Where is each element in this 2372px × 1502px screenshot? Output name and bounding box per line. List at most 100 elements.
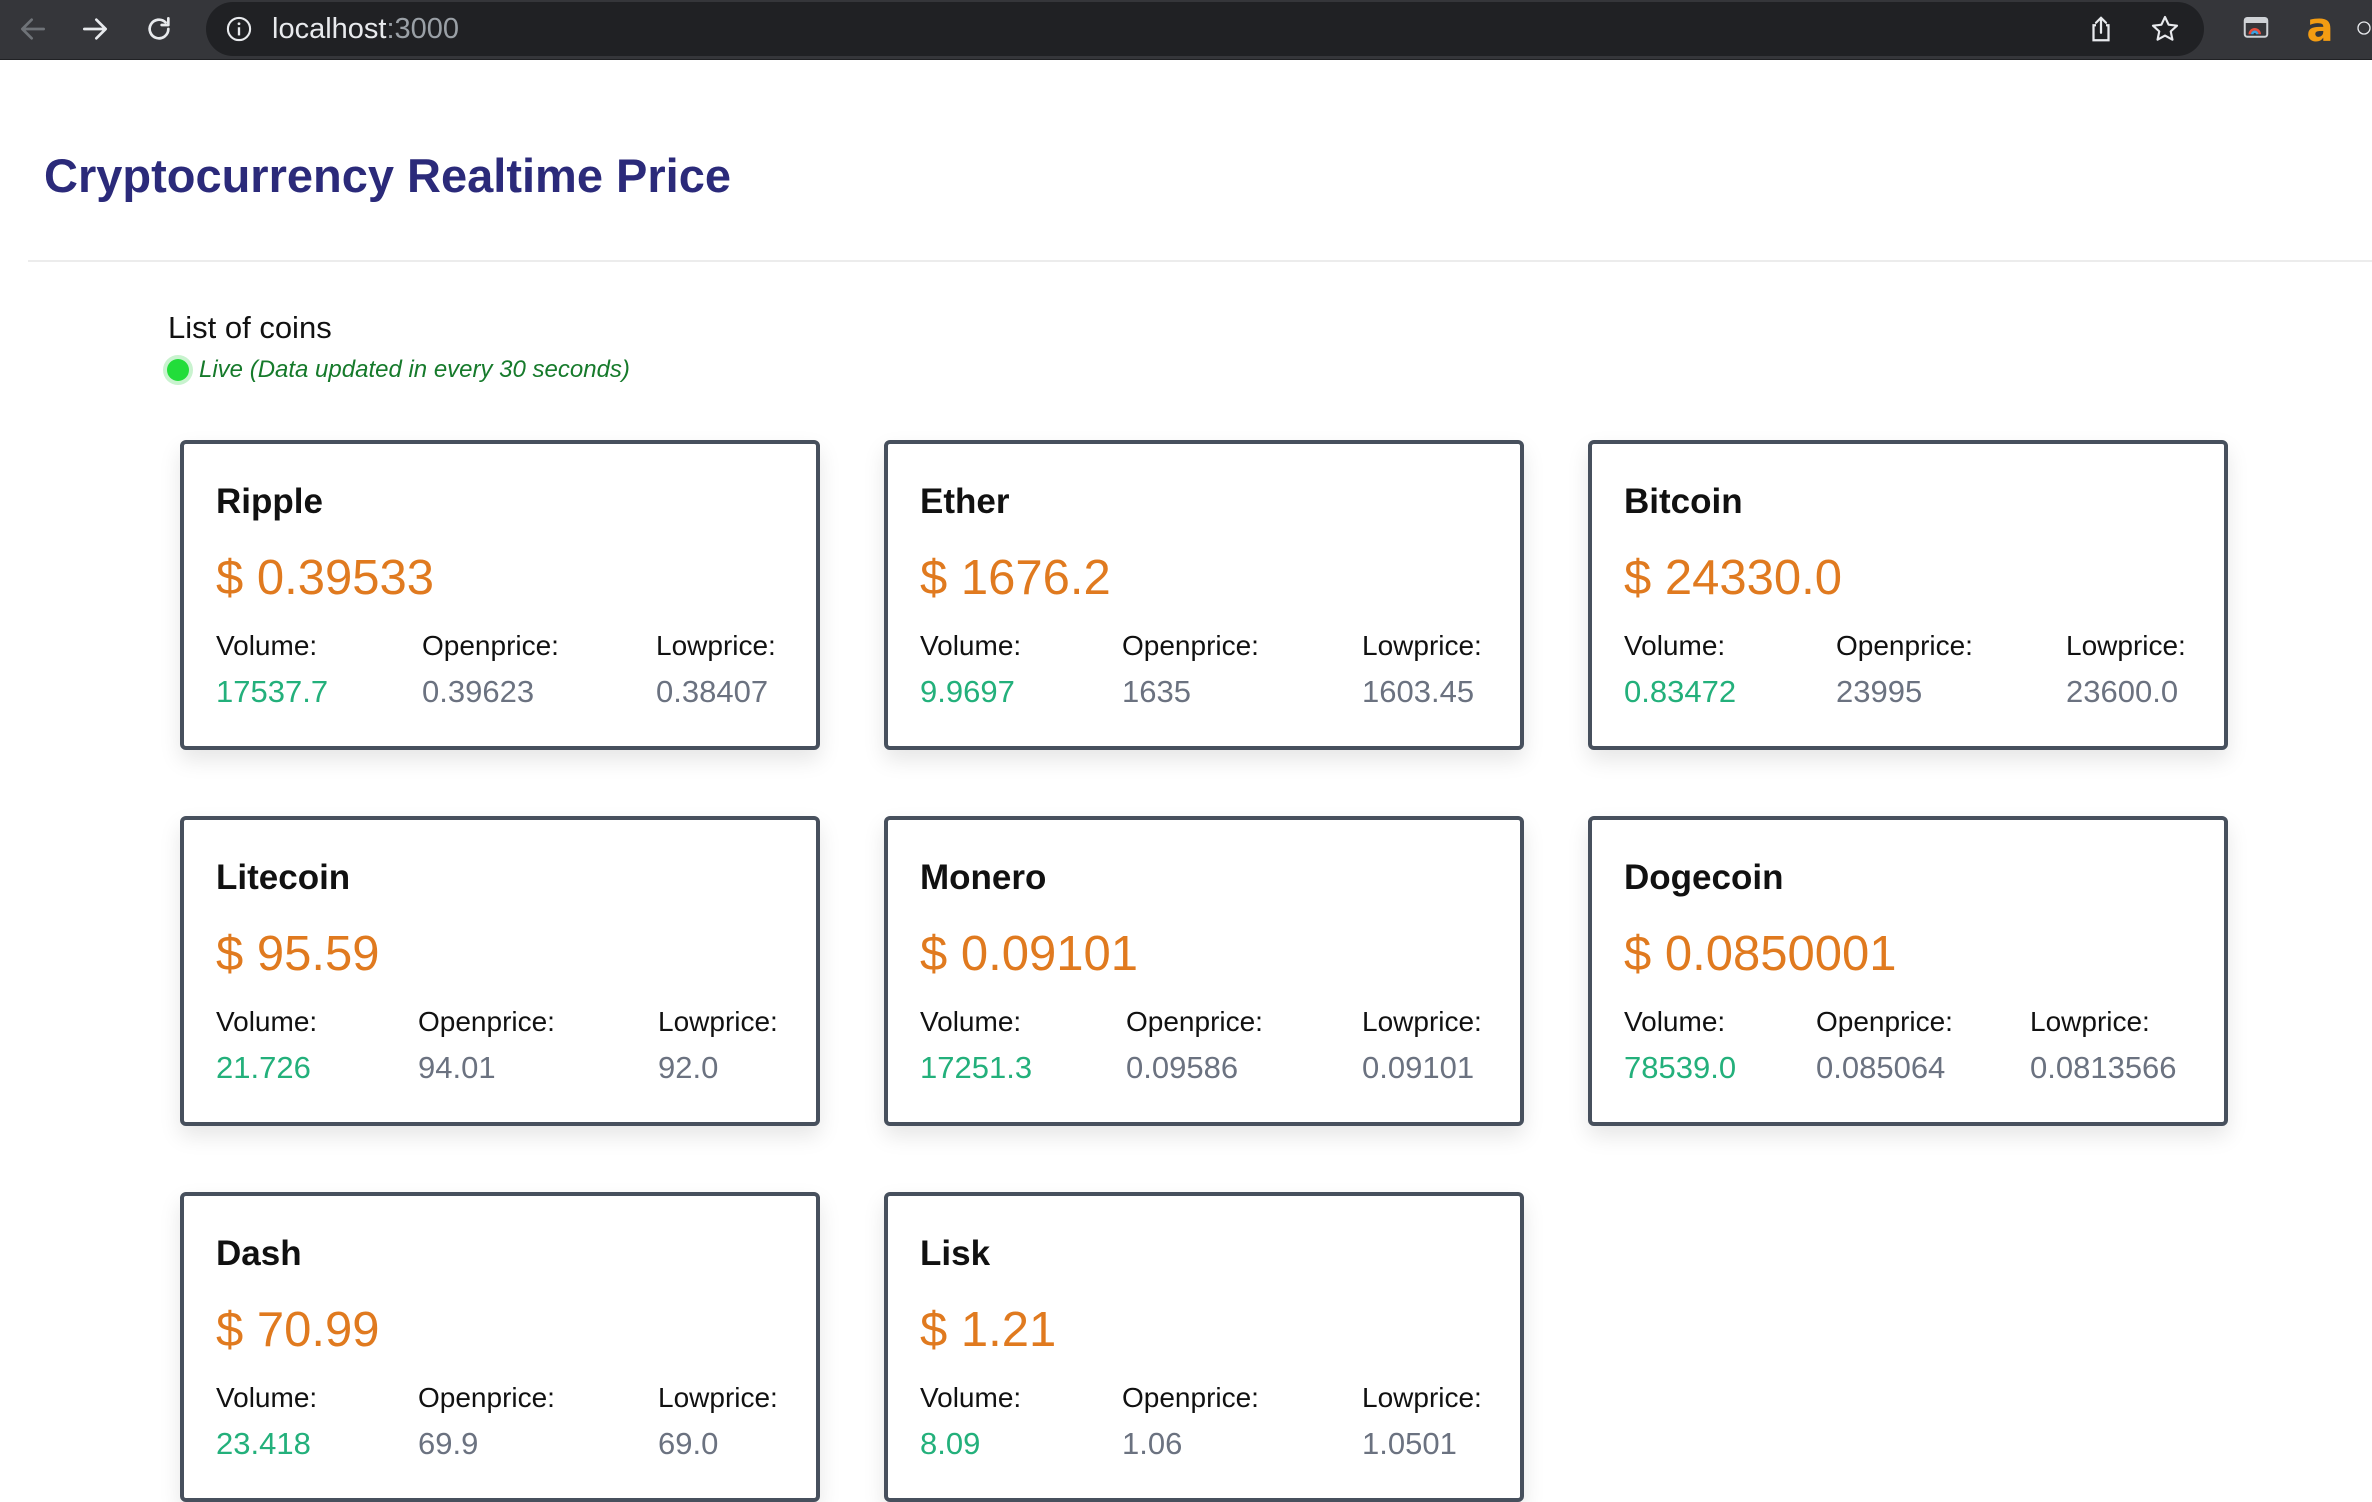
coin-name: Ether — [920, 482, 1010, 521]
lowprice-value: 0.38407 — [656, 674, 769, 709]
openprice-value: 1.06 — [1122, 1426, 1183, 1461]
volume-value: 23.418 — [216, 1426, 311, 1461]
openprice-value: 0.085064 — [1816, 1050, 1946, 1085]
address-bar[interactable]: localhost:3000 — [206, 2, 2204, 56]
openprice-label: Openprice: — [1816, 1006, 1953, 1037]
lowprice-label: Lowprice: — [1362, 1382, 1482, 1413]
coin-price: $ 70.99 — [216, 1303, 380, 1357]
lowprice-value: 69.0 — [658, 1426, 719, 1461]
lowprice-label: Lowprice: — [2066, 630, 2186, 661]
header-divider — [28, 260, 2372, 262]
openprice-stat: Openprice: 0.39623 — [422, 628, 559, 712]
openprice-value: 69.9 — [418, 1426, 479, 1461]
openprice-label: Openprice: — [1122, 1382, 1259, 1413]
coin-card: Ether $ 1676.2 Volume: 9.9697 Openprice:… — [884, 440, 1524, 750]
volume-label: Volume: — [920, 1382, 1022, 1413]
coin-price: $ 0.39533 — [216, 551, 434, 605]
forward-button[interactable] — [72, 6, 118, 52]
lowprice-stat: Lowprice: 1.0501 — [1362, 1380, 1482, 1464]
openprice-value: 1635 — [1122, 674, 1191, 709]
volume-label: Volume: — [216, 1006, 318, 1037]
lowprice-stat: Lowprice: 0.0813566 — [2030, 1004, 2177, 1088]
volume-stat: Volume: 8.09 — [920, 1380, 1021, 1464]
lowprice-label: Lowprice: — [1362, 1006, 1482, 1037]
volume-label: Volume: — [920, 630, 1022, 661]
volume-value: 9.9697 — [920, 674, 1015, 709]
openprice-label: Openprice: — [1126, 1006, 1263, 1037]
live-dot-icon — [167, 359, 189, 381]
volume-label: Volume: — [216, 630, 318, 661]
lowprice-stat: Lowprice: 0.09101 — [1362, 1004, 1482, 1088]
openprice-value: 23995 — [1836, 674, 1923, 709]
lowprice-stat: Lowprice: 23600.0 — [2066, 628, 2186, 712]
amazon-extension-icon[interactable]: a — [2300, 8, 2340, 48]
lowprice-label: Lowprice: — [658, 1382, 778, 1413]
cast-extension-icon[interactable] — [2236, 8, 2276, 48]
coin-price: $ 1676.2 — [920, 551, 1111, 605]
url-text: localhost:3000 — [272, 9, 459, 49]
volume-stat: Volume: 0.83472 — [1624, 628, 1736, 712]
openprice-stat: Openprice: 1635 — [1122, 628, 1259, 712]
coin-price: $ 24330.0 — [1624, 551, 1842, 605]
coin-price: $ 0.09101 — [920, 927, 1138, 981]
lowprice-stat: Lowprice: 1603.45 — [1362, 628, 1482, 712]
openprice-label: Openprice: — [1122, 630, 1259, 661]
coin-name: Ripple — [216, 482, 323, 521]
lowprice-stat: Lowprice: 0.38407 — [656, 628, 776, 712]
openprice-label: Openprice: — [1836, 630, 1973, 661]
reload-button[interactable] — [136, 6, 182, 52]
volume-value: 78539.0 — [1624, 1050, 1737, 1085]
lowprice-stat: Lowprice: 69.0 — [658, 1380, 778, 1464]
openprice-stat: Openprice: 69.9 — [418, 1380, 555, 1464]
live-status-text: Live (Data updated in every 30 seconds) — [199, 356, 630, 383]
volume-label: Volume: — [1624, 1006, 1726, 1037]
lowprice-value: 1.0501 — [1362, 1426, 1457, 1461]
star-icon[interactable] — [2148, 12, 2182, 46]
coin-card: Lisk $ 1.21 Volume: 8.09 Openprice: 1.06… — [884, 1192, 1524, 1502]
volume-label: Volume: — [1624, 630, 1726, 661]
back-button[interactable] — [10, 6, 56, 52]
lowprice-value: 0.0813566 — [2030, 1050, 2177, 1085]
openprice-label: Openprice: — [418, 1006, 555, 1037]
coin-name: Lisk — [920, 1234, 991, 1273]
openprice-stat: Openprice: 23995 — [1836, 628, 1973, 712]
coin-card: Dash $ 70.99 Volume: 23.418 Openprice: 6… — [180, 1192, 820, 1502]
live-status: Live (Data updated in every 30 seconds) — [164, 356, 630, 384]
browser-toolbar: localhost:3000 a — [0, 0, 2372, 60]
coin-price: $ 95.59 — [216, 927, 380, 981]
volume-value: 8.09 — [920, 1426, 981, 1461]
reload-icon — [148, 17, 170, 40]
share-icon[interactable] — [2084, 12, 2118, 46]
volume-label: Volume: — [216, 1382, 318, 1413]
volume-stat: Volume: 21.726 — [216, 1004, 317, 1088]
list-title: List of coins — [168, 310, 332, 345]
url-host: localhost — [272, 13, 387, 45]
coin-name: Dogecoin — [1624, 858, 1784, 897]
coin-card: Ripple $ 0.39533 Volume: 17537.7 Openpri… — [180, 440, 820, 750]
coin-card: Dogecoin $ 0.0850001 Volume: 78539.0 Ope… — [1588, 816, 2228, 1126]
lowprice-stat: Lowprice: 92.0 — [658, 1004, 778, 1088]
back-arrow-icon — [21, 18, 45, 40]
url-port: :3000 — [386, 13, 460, 45]
openprice-value: 0.39623 — [422, 674, 535, 709]
extension-icon-partial[interactable] — [2356, 8, 2372, 48]
volume-value: 17251.3 — [920, 1050, 1033, 1085]
openprice-value: 94.01 — [418, 1050, 496, 1085]
coin-name: Dash — [216, 1234, 302, 1273]
coin-card: Bitcoin $ 24330.0 Volume: 0.83472 Openpr… — [1588, 440, 2228, 750]
volume-stat: Volume: 17251.3 — [920, 1004, 1032, 1088]
volume-label: Volume: — [920, 1006, 1022, 1037]
openprice-label: Openprice: — [422, 630, 559, 661]
coin-card: Monero $ 0.09101 Volume: 17251.3 Openpri… — [884, 816, 1524, 1126]
lowprice-value: 1603.45 — [1362, 674, 1475, 709]
openprice-stat: Openprice: 94.01 — [418, 1004, 555, 1088]
lowprice-label: Lowprice: — [2030, 1006, 2150, 1037]
openprice-value: 0.09586 — [1126, 1050, 1239, 1085]
info-icon[interactable] — [224, 14, 254, 44]
coin-price: $ 1.21 — [920, 1303, 1057, 1357]
openprice-stat: Openprice: 1.06 — [1122, 1380, 1259, 1464]
page-title: Cryptocurrency Realtime Price — [44, 149, 732, 202]
openprice-label: Openprice: — [418, 1382, 555, 1413]
coin-name: Bitcoin — [1624, 482, 1743, 521]
coin-name: Monero — [920, 858, 1047, 897]
